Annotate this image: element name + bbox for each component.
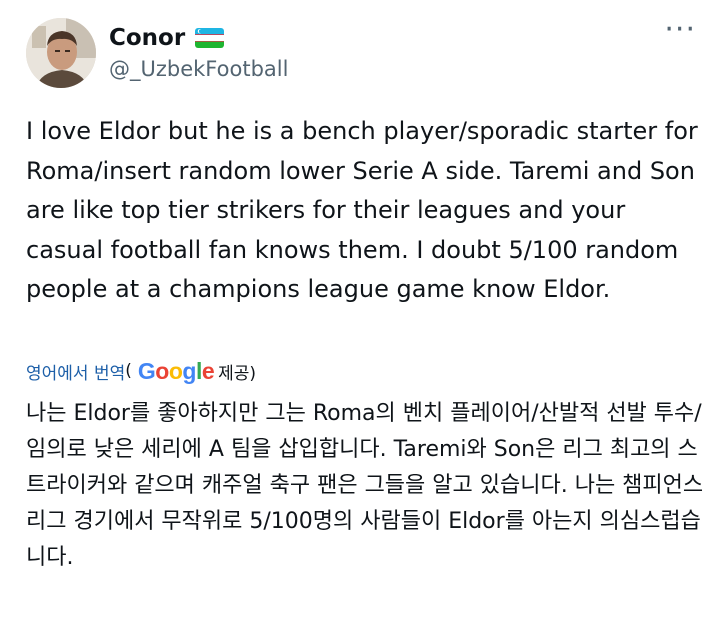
google-logo: Google [137,357,215,384]
more-horizontal-icon[interactable]: ··· [664,15,696,45]
translation-attribution: 영어에서 번역 ( Google 제공) [26,356,256,386]
translated-text: 나는 Eldor를 좋아하지만 그는 Roma의 벤치 플레이어/산발적 선발 … [26,401,704,570]
tweet-text: I love Eldor but he is a bench player/sp… [26,117,698,303]
uzbekistan-flag-icon [195,28,225,48]
user-handle[interactable]: @_UzbekFootball [109,57,288,81]
name-row: Conor [109,23,288,53]
open-paren: ( [125,361,132,381]
avatar[interactable] [26,18,96,88]
provided-by-label: 제공) [218,363,257,384]
translated-from-link[interactable]: 영어에서 번역 [26,359,125,384]
user-info: Conor @_UzbekFootball [109,23,288,81]
tweet-header: Conor @_UzbekFootball ··· [26,15,696,88]
display-name[interactable]: Conor [109,25,185,51]
avatar-photo [26,18,96,88]
